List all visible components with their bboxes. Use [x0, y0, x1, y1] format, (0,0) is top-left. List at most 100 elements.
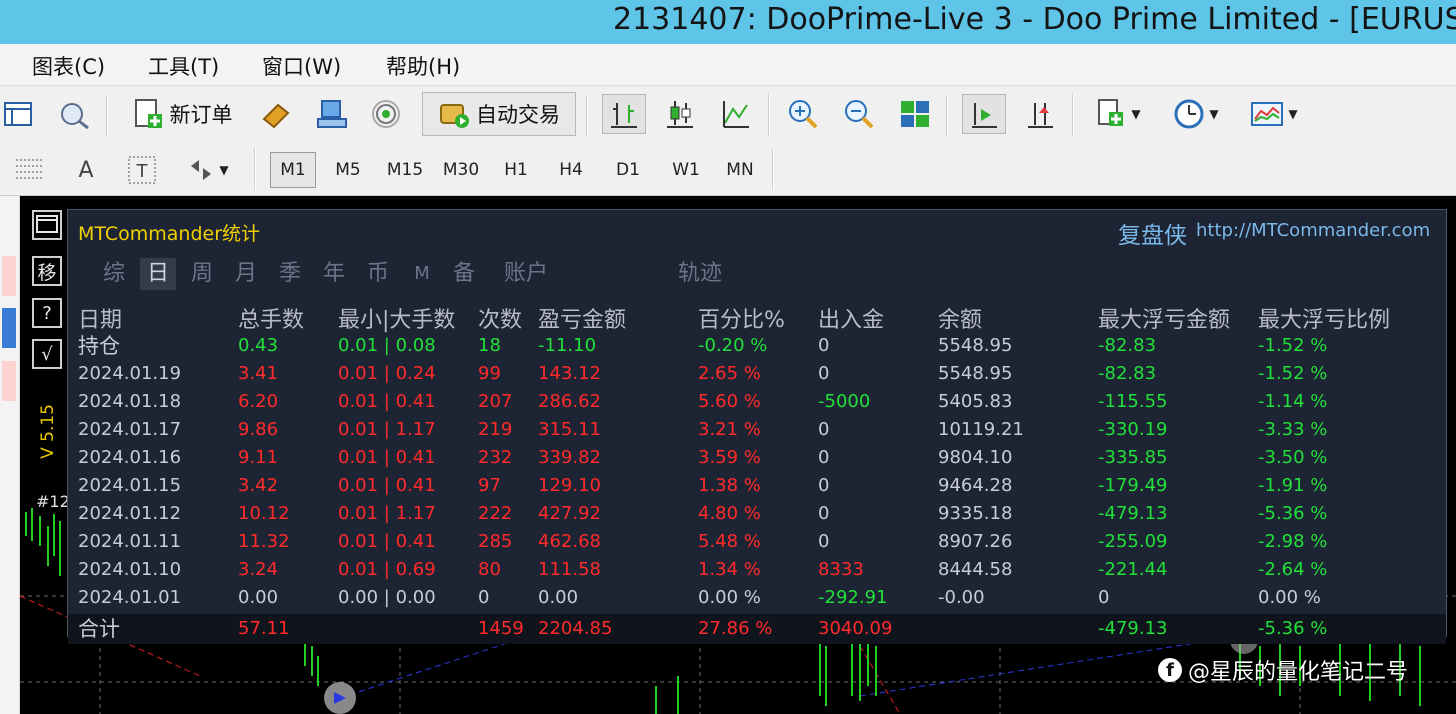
- column-header[interactable]: 最大浮亏比例: [1258, 302, 1390, 334]
- new-order-button[interactable]: 新订单: [122, 94, 242, 134]
- table-cell: 27.86 %: [698, 618, 773, 639]
- table-row[interactable]: 2024.01.18 6.20 0.01 | 0.41 207 286.62 5.60 %…: [68, 388, 1446, 416]
- terminal-icon[interactable]: [312, 94, 352, 134]
- auto-scroll-icon[interactable]: [962, 94, 1006, 134]
- table-row[interactable]: 2024.01.12 10.12 0.01 | 1.17 222 427.92 4.80 …: [68, 500, 1446, 528]
- tab-account[interactable]: 账户: [498, 258, 554, 290]
- menu-help[interactable]: 帮助(H): [386, 51, 460, 81]
- table-cell: 2204.85: [538, 618, 613, 639]
- table-row[interactable]: 2024.01.19 3.41 0.01 | 0.24 99 143.12 2.65 % 0…: [68, 360, 1446, 388]
- timeframe-h4[interactable]: H4: [549, 152, 593, 188]
- table-cell: 3040.09: [818, 618, 893, 639]
- timeframe-m30[interactable]: M30: [436, 152, 486, 188]
- table-cell: 2024.01.18: [78, 391, 182, 412]
- table-row[interactable]: 2024.01.10 3.24 0.01 | 0.69 80 111.58 1.34 % 8…: [68, 556, 1446, 584]
- table-cell: -5.36 %: [1258, 618, 1328, 639]
- line-chart-icon[interactable]: [714, 94, 758, 134]
- table-cell: 合计: [78, 617, 120, 641]
- move-panel-button[interactable]: 移: [32, 256, 62, 286]
- table-cell: 5.48 %: [698, 531, 761, 552]
- table-cell: -3.50 %: [1258, 447, 1328, 468]
- toolbar-separator: [106, 94, 108, 136]
- table-cell: 0: [818, 475, 830, 496]
- tab-notes[interactable]: 备: [448, 258, 480, 290]
- tab-trajectory[interactable]: 轨迹: [672, 258, 728, 290]
- menu-window[interactable]: 窗口(W): [262, 51, 341, 81]
- chart-shift-icon[interactable]: [1018, 94, 1062, 134]
- zoom-out-icon[interactable]: [838, 94, 880, 134]
- toolbar-separator: [254, 148, 256, 190]
- tab-magic[interactable]: M: [410, 258, 434, 290]
- help-button[interactable]: ?: [32, 298, 62, 328]
- tab-week[interactable]: 周: [186, 258, 218, 290]
- menu-chart[interactable]: 图表(C): [32, 51, 105, 81]
- market-watch-icon[interactable]: [0, 94, 36, 134]
- auto-trade-button[interactable]: 自动交易: [422, 92, 576, 136]
- zoom-in-icon[interactable]: [782, 94, 824, 134]
- column-header[interactable]: 最大浮亏金额: [1098, 302, 1230, 334]
- timeframe-m15[interactable]: M15: [380, 152, 430, 188]
- table-cell: 285: [478, 531, 513, 552]
- timeframe-mn[interactable]: MN: [716, 152, 764, 188]
- strategy-tester-icon[interactable]: [52, 94, 96, 134]
- menu-tools[interactable]: 工具(T): [148, 51, 219, 81]
- signals-icon[interactable]: [366, 94, 406, 134]
- minimize-panel-icon[interactable]: [32, 210, 62, 240]
- bar-chart-icon[interactable]: [602, 94, 646, 134]
- timeframe-m1[interactable]: M1: [270, 152, 316, 188]
- candlestick-chart-icon[interactable]: [658, 94, 702, 134]
- tab-month[interactable]: 月: [230, 258, 262, 290]
- templates-dropdown[interactable]: ▼: [1242, 94, 1306, 134]
- tab-year[interactable]: 年: [318, 258, 350, 290]
- table-row[interactable]: 2024.01.16 9.11 0.01 | 0.41 232 339.82 3.59 %…: [68, 444, 1446, 472]
- table-row[interactable]: 2024.01.15 3.42 0.01 | 0.41 97 129.10 1.38 % 0…: [68, 472, 1446, 500]
- periods-dropdown[interactable]: ▼: [1164, 94, 1228, 134]
- table-row[interactable]: 2024.01.17 9.86 0.01 | 1.17 219 315.11 3.21 %…: [68, 416, 1446, 444]
- table-row[interactable]: 2024.01.11 11.32 0.01 | 0.41 285 462.68 5.48 …: [68, 528, 1446, 556]
- table-cell: 5.60 %: [698, 391, 761, 412]
- table-cell: 0: [818, 363, 830, 384]
- column-header[interactable]: 盈亏金额: [538, 302, 626, 334]
- timeframe-d1[interactable]: D1: [606, 152, 650, 188]
- tile-windows-icon[interactable]: [894, 94, 936, 134]
- table-cell: 2024.01.19: [78, 363, 182, 384]
- arrows-dropdown[interactable]: ▼: [176, 150, 240, 190]
- text-tool-icon[interactable]: A: [66, 150, 106, 190]
- indicators-icon: [1098, 99, 1124, 126]
- column-header[interactable]: 日期: [78, 302, 122, 334]
- column-header[interactable]: 总手数: [238, 302, 304, 334]
- table-cell: -479.13: [1098, 503, 1168, 524]
- ea-version: V 5.15: [38, 404, 58, 459]
- column-header[interactable]: 出入金: [818, 302, 884, 334]
- check-button[interactable]: √: [32, 339, 62, 369]
- timeframe-h1[interactable]: H1: [494, 152, 538, 188]
- column-header[interactable]: 余额: [938, 302, 982, 334]
- panel-url-link[interactable]: http://MTCommander.com: [1196, 220, 1430, 241]
- metaeditor-icon[interactable]: [256, 94, 296, 134]
- timeframe-w1[interactable]: W1: [662, 152, 710, 188]
- table-cell: 3.21 %: [698, 419, 761, 440]
- table-cell: 0.01 | 0.41: [338, 475, 436, 496]
- column-header[interactable]: 百分比%: [698, 302, 785, 334]
- column-header[interactable]: 最小|大手数: [338, 302, 455, 334]
- chevron-down-icon: ▼: [1131, 107, 1141, 121]
- table-row[interactable]: 2024.01.01 0.00 0.00 | 0.00 0 0.00 0.00 % -292…: [68, 584, 1446, 612]
- table-cell: 99: [478, 363, 501, 384]
- table-cell: 315.11: [538, 419, 601, 440]
- table-row-total: 合计 57.11 1459 2204.85 27.86 % 3040.09 -479.13 -…: [68, 614, 1446, 644]
- table-cell: 0.01 | 0.41: [338, 391, 436, 412]
- tab-day[interactable]: 日: [140, 258, 176, 290]
- table-cell: 9.11: [238, 447, 279, 468]
- panel-cn-brand[interactable]: 复盘侠: [1118, 216, 1187, 250]
- column-header[interactable]: 次数: [478, 302, 522, 334]
- indicators-dropdown[interactable]: ▼: [1088, 94, 1148, 134]
- table-cell: 0.00 | 0.00: [338, 587, 436, 608]
- fibonacci-icon[interactable]: [12, 150, 48, 190]
- table-cell: 219: [478, 419, 513, 440]
- tab-symbol[interactable]: 币: [362, 258, 394, 290]
- table-cell: 8444.58: [938, 559, 1013, 580]
- tab-overview[interactable]: 综: [98, 258, 130, 290]
- text-label-tool-icon[interactable]: T: [122, 150, 162, 190]
- tab-quarter[interactable]: 季: [274, 258, 306, 290]
- timeframe-m5[interactable]: M5: [326, 152, 370, 188]
